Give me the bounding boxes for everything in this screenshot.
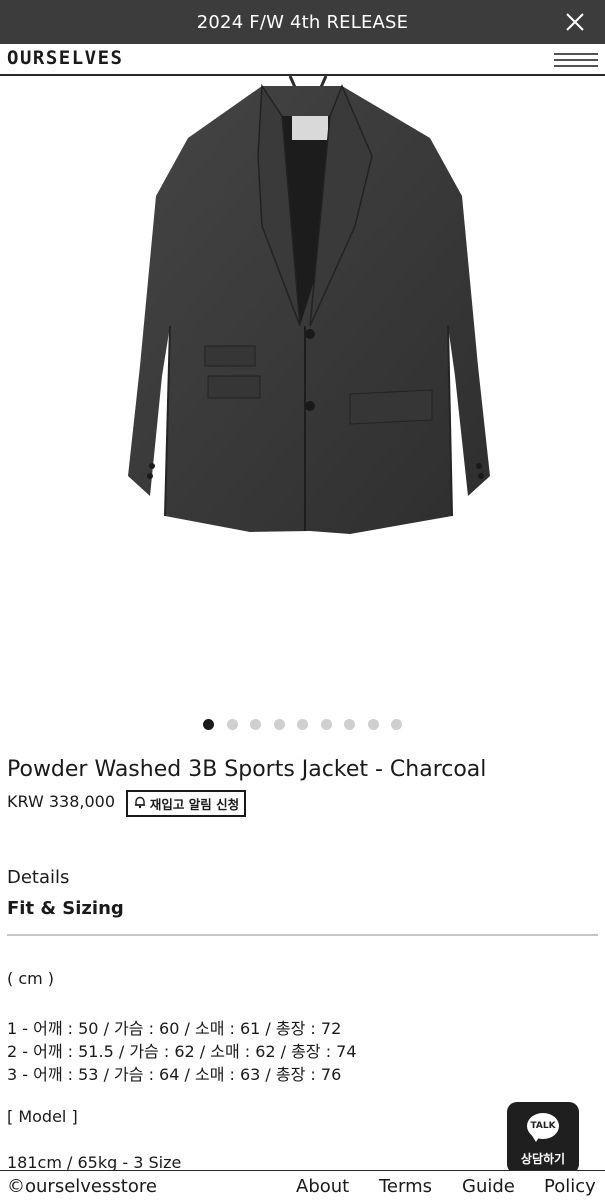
product-price: KRW 338,000 [7, 792, 116, 811]
chat-label: 상담하기 [520, 1152, 566, 1166]
carousel-dot[interactable] [367, 719, 379, 730]
release-banner: 2024 F/W 4th RELEASE [0, 0, 605, 44]
tab-details[interactable]: Details [7, 867, 69, 888]
size-row-1: 1 - 어깨 : 50 / 가슴 : 60 / 소매 : 61 / 총장 : 7… [7, 1019, 342, 1038]
close-icon[interactable] [561, 8, 589, 36]
talk-bubble-tail [531, 1134, 541, 1142]
banner-text: 2024 F/W 4th RELEASE [196, 11, 409, 33]
size-row-3: 3 - 어깨 : 53 / 가슴 : 64 / 소매 : 63 / 총장 : 7… [7, 1065, 342, 1084]
bell-icon [133, 795, 147, 812]
image-carousel-dots [0, 719, 605, 731]
hamburger-menu-icon[interactable] [553, 49, 599, 71]
carousel-dot[interactable] [297, 719, 308, 730]
chat-consult-button[interactable]: TALK 상담하기 [507, 1102, 579, 1174]
restock-alert-button[interactable]: 재입고 알림 신청 [126, 790, 246, 817]
carousel-dot[interactable] [344, 719, 355, 730]
product-image[interactable] [0, 75, 605, 706]
footer-link-policy[interactable]: Policy [544, 1176, 596, 1197]
jacket-illustration [128, 75, 490, 534]
tab-fit-sizing[interactable]: Fit & Sizing [7, 898, 124, 919]
restock-label: 재입고 알림 신청 [149, 797, 240, 812]
site-footer: ©ourselvesstore About Terms Guide Policy [0, 1170, 605, 1201]
footer-link-terms[interactable]: Terms [379, 1176, 432, 1197]
divider [7, 934, 598, 936]
product-title: Powder Washed 3B Sports Jacket - Charcoa… [7, 757, 487, 782]
size-row-2: 2 - 어깨 : 51.5 / 가슴 : 62 / 소매 : 62 / 총장 :… [7, 1042, 357, 1061]
carousel-dot[interactable] [273, 719, 285, 730]
site-header: OURSELVES [0, 44, 605, 76]
carousel-dot[interactable] [250, 719, 261, 730]
model-header: [ Model ] [7, 1107, 78, 1126]
logo[interactable]: OURSELVES [7, 47, 123, 69]
talk-icon-text: TALK [530, 1121, 556, 1131]
footer-link-guide[interactable]: Guide [462, 1176, 515, 1197]
carousel-dot[interactable] [320, 719, 332, 730]
footer-link-about[interactable]: About [296, 1176, 349, 1197]
carousel-dot[interactable] [203, 719, 214, 730]
carousel-dot[interactable] [391, 719, 402, 730]
footer-copyright[interactable]: ©ourselvesstore [7, 1176, 157, 1197]
unit-text: ( cm ) [7, 969, 55, 988]
carousel-dot[interactable] [226, 719, 238, 730]
